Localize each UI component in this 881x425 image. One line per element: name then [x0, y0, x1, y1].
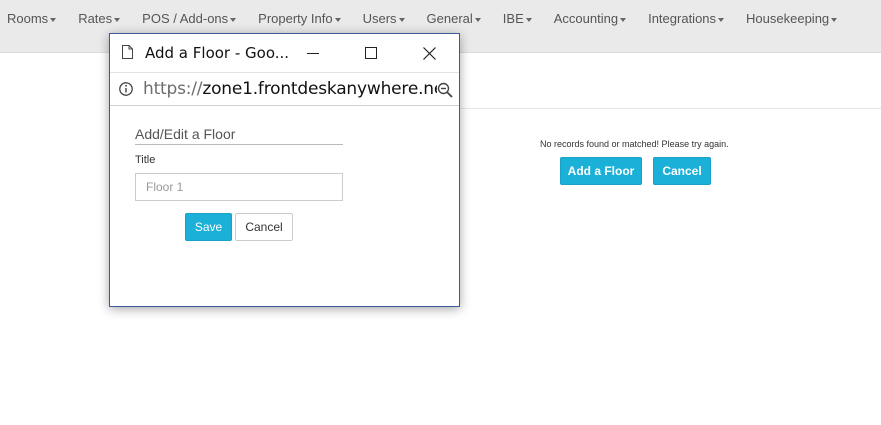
close-icon	[422, 46, 436, 60]
caret-down-icon	[114, 17, 121, 22]
nav-item-rooms[interactable]: Rooms	[0, 11, 59, 26]
content-divider	[459, 108, 881, 109]
nav-item-label: Rates	[78, 11, 113, 26]
url-scheme: https://	[143, 79, 203, 99]
nav-item-integrations[interactable]: Integrations	[641, 11, 727, 26]
url-text: https://zone1.frontdeskanywhere.net	[143, 79, 451, 99]
page-icon	[122, 45, 133, 59]
maximize-icon	[365, 47, 377, 59]
empty-message: No records found or matched! Please try …	[540, 139, 729, 149]
nav-item-pos-addons[interactable]: POS / Add-ons	[135, 11, 239, 26]
caret-down-icon	[230, 17, 237, 22]
caret-down-icon	[334, 17, 341, 22]
cancel-button[interactable]: Cancel	[653, 157, 711, 185]
nav-item-label: Property Info	[258, 11, 333, 26]
nav-item-general[interactable]: General	[420, 11, 484, 26]
nav-item-label: POS / Add-ons	[142, 11, 229, 26]
nav-item-rates[interactable]: Rates	[71, 11, 123, 26]
nav-item-housekeeping[interactable]: Housekeeping	[739, 11, 840, 26]
save-button[interactable]: Save	[185, 213, 232, 241]
caret-down-icon	[474, 17, 481, 22]
popup-window: Add a Floor - Goo... https://zone1.front…	[109, 33, 460, 307]
nav-item-label: Accounting	[553, 11, 619, 26]
add-floor-button[interactable]: Add a Floor	[560, 157, 642, 185]
nav-item-label: Users	[362, 11, 397, 26]
caret-down-icon	[620, 17, 627, 22]
maximize-button[interactable]	[342, 34, 400, 72]
nav-item-label: Rooms	[7, 11, 49, 26]
title-input[interactable]	[135, 173, 343, 201]
caret-down-icon	[718, 17, 725, 22]
nav-item-accounting[interactable]: Accounting	[547, 11, 629, 26]
minimize-button[interactable]	[284, 34, 342, 72]
url-bar[interactable]: https://zone1.frontdeskanywhere.net	[110, 72, 459, 106]
minimize-icon	[307, 53, 319, 54]
caret-down-icon	[398, 17, 405, 22]
nav-item-label: IBE	[502, 11, 524, 26]
popup-cancel-button[interactable]: Cancel	[235, 213, 293, 241]
nav-item-users[interactable]: Users	[356, 11, 408, 26]
nav-item-label: General	[426, 11, 473, 26]
url-host: zone1.frontdeskanywhere.net	[202, 79, 451, 99]
popup-title: Add a Floor - Goo...	[145, 44, 290, 62]
caret-down-icon	[831, 17, 838, 22]
close-button[interactable]	[400, 34, 458, 72]
info-icon[interactable]	[119, 82, 133, 96]
nav-item-ibe[interactable]: IBE	[496, 11, 535, 26]
nav-item-property-info[interactable]: Property Info	[251, 11, 343, 26]
caret-down-icon	[50, 17, 57, 22]
popup-titlebar[interactable]: Add a Floor - Goo...	[110, 34, 459, 72]
title-label: Title	[135, 154, 156, 166]
nav-item-label: Housekeeping	[746, 11, 830, 26]
caret-down-icon	[525, 17, 532, 22]
nav-item-label: Integrations	[648, 11, 717, 26]
form-heading: Add/Edit a Floor	[135, 126, 236, 142]
form-heading-divider	[135, 144, 343, 145]
zoom-out-icon[interactable]	[437, 82, 453, 98]
